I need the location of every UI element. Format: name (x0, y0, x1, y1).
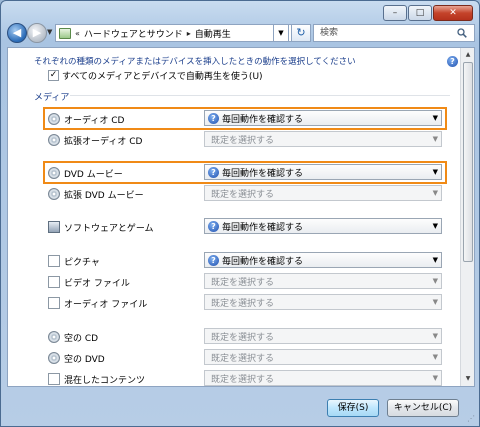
software-icon (48, 221, 60, 233)
close-button[interactable]: ✕ (433, 5, 473, 21)
media-action-value: 既定を選択する (211, 189, 275, 200)
media-action-value: 既定を選択する (211, 277, 275, 288)
autoplay-window: – □ ✕ ◀ ▶ ▼ « ハードウェアとサウンド ▸ 自動再生 ▼ ↻ 検索 … (0, 0, 480, 427)
dropdown-arrow-icon[interactable]: ▼ (433, 298, 438, 306)
media-section-label: メディア (34, 93, 70, 103)
media-row-label: ビデオ ファイル (64, 279, 130, 289)
forward-button[interactable]: ▶ (27, 23, 47, 43)
ask-every-time-icon: ? (208, 220, 219, 232)
media-action-select[interactable]: 既定を選択する ▼ (204, 273, 442, 289)
media-action-select[interactable]: 既定を選択する ▼ (204, 370, 442, 386)
media-action-select[interactable]: ? 毎回動作を確認する ▼ (204, 218, 442, 234)
breadcrumb-separator[interactable]: ▸ (187, 29, 191, 38)
scroll-up-icon[interactable]: ▲ (462, 49, 474, 61)
dropdown-arrow-icon[interactable]: ▼ (433, 222, 438, 230)
media-action-value: 既定を選択する (211, 298, 275, 309)
page-instructions: それぞれの種類のメディアまたはデバイスを挿入したときの動作を選択してください (34, 57, 356, 67)
disc-icon (48, 134, 60, 146)
media-action-value: 既定を選択する (211, 353, 275, 364)
dropdown-arrow-icon[interactable]: ▼ (433, 189, 438, 197)
use-autoplay-label[interactable]: すべてのメディアとデバイスで自動再生を使う(U) (62, 69, 263, 82)
media-row-label: 拡張 DVD ムービー (64, 191, 144, 201)
dropdown-arrow-icon[interactable]: ▼ (433, 374, 438, 382)
minimize-button[interactable]: – (383, 5, 407, 21)
media-action-value: 毎回動作を確認する (222, 222, 304, 233)
audio-file-icon (48, 297, 60, 309)
disc-icon (48, 331, 60, 343)
media-row-label: オーディオ ファイル (64, 300, 148, 310)
media-row-label: ピクチャ (64, 258, 100, 268)
breadcrumb-overflow[interactable]: « (75, 29, 80, 38)
address-dropdown-button[interactable]: ▼ (273, 24, 289, 42)
navigation-bar: ◀ ▶ ▼ « ハードウェアとサウンド ▸ 自動再生 ▼ ↻ 検索 (7, 23, 475, 43)
media-action-value: 既定を選択する (211, 332, 275, 343)
caption-buttons: – □ ✕ (383, 5, 473, 21)
media-action-select[interactable]: 既定を選択する ▼ (204, 185, 442, 201)
media-action-select[interactable]: 既定を選択する ▼ (204, 349, 442, 365)
media-action-select[interactable]: 既定を選択する ▼ (204, 131, 442, 147)
dropdown-arrow-icon[interactable]: ▼ (433, 256, 438, 264)
disc-icon (48, 352, 60, 364)
media-row-label: 空の DVD (64, 355, 105, 365)
media-row: 混在したコンテンツ 既定を選択する ▼ (8, 370, 458, 386)
mixed-content-icon (48, 373, 60, 385)
dropdown-arrow-icon[interactable]: ▼ (433, 332, 438, 340)
media-action-select[interactable]: 既定を選択する ▼ (204, 294, 442, 310)
help-icon[interactable]: ? (447, 56, 458, 67)
media-action-select[interactable]: ? 毎回動作を確認する ▼ (204, 252, 442, 268)
media-row-label: ソフトウェアとゲーム (64, 224, 154, 234)
content-panel: それぞれの種類のメディアまたはデバイスを挿入したときの動作を選択してください ?… (7, 47, 475, 387)
media-row: 拡張 DVD ムービー 既定を選択する ▼ (8, 185, 458, 203)
cancel-button[interactable]: キャンセル(C) (387, 399, 459, 417)
use-autoplay-checkbox-row[interactable]: ✓ すべてのメディアとデバイスで自動再生を使う(U) (48, 69, 263, 82)
media-row-label: 拡張オーディオ CD (64, 137, 143, 147)
dropdown-arrow-icon[interactable]: ▼ (433, 277, 438, 285)
maximize-button[interactable]: □ (408, 5, 432, 21)
picture-icon (48, 255, 60, 267)
dialog-footer: 保存(S) キャンセル(C) ⋰ (1, 391, 479, 426)
media-row: ソフトウェアとゲーム? 毎回動作を確認する ▼ (8, 218, 458, 236)
scroll-thumb[interactable] (463, 62, 473, 262)
resize-grip-icon[interactable]: ⋰ (467, 414, 477, 424)
media-action-value: 既定を選択する (211, 135, 275, 146)
media-row: 空の CD 既定を選択する ▼ (8, 328, 458, 346)
address-bar[interactable]: « ハードウェアとサウンド ▸ 自動再生 (55, 24, 305, 42)
media-row: ピクチャ? 毎回動作を確認する ▼ (8, 252, 458, 270)
vertical-scrollbar[interactable]: ▲ ▼ (460, 48, 474, 386)
dropdown-arrow-icon[interactable]: ▼ (433, 353, 438, 361)
scroll-down-icon[interactable]: ▼ (462, 373, 474, 385)
video-file-icon (48, 276, 60, 288)
search-icon[interactable] (457, 28, 467, 38)
media-action-value: 毎回動作を確認する (222, 256, 304, 267)
disc-icon (48, 188, 60, 200)
use-autoplay-checkbox[interactable]: ✓ (48, 70, 59, 81)
search-input[interactable]: 検索 (313, 24, 475, 42)
save-button[interactable]: 保存(S) (327, 399, 379, 417)
breadcrumb-autoplay[interactable]: 自動再生 (195, 27, 231, 40)
highlight-dvd-movie (43, 161, 447, 184)
media-row: オーディオ ファイル 既定を選択する ▼ (8, 294, 458, 312)
media-row: 空の DVD 既定を選択する ▼ (8, 349, 458, 367)
recent-pages-dropdown[interactable]: ▼ (47, 28, 52, 36)
refresh-button[interactable]: ↻ (291, 24, 311, 42)
media-action-select[interactable]: 既定を選択する ▼ (204, 328, 442, 344)
media-row-label: 混在したコンテンツ (64, 376, 146, 386)
highlight-audio-cd (43, 107, 447, 130)
control-panel-icon (59, 27, 71, 39)
dropdown-arrow-icon[interactable]: ▼ (433, 135, 438, 143)
breadcrumb-hardware-sound[interactable]: ハードウェアとサウンド (84, 27, 183, 40)
ask-every-time-icon: ? (208, 254, 219, 266)
media-row-label: 空の CD (64, 334, 99, 344)
media-row: 拡張オーディオ CD 既定を選択する ▼ (8, 131, 458, 149)
media-row: ビデオ ファイル 既定を選択する ▼ (8, 273, 458, 291)
media-action-value: 既定を選択する (211, 374, 275, 385)
section-divider (70, 95, 450, 96)
back-button[interactable]: ◀ (7, 23, 27, 43)
